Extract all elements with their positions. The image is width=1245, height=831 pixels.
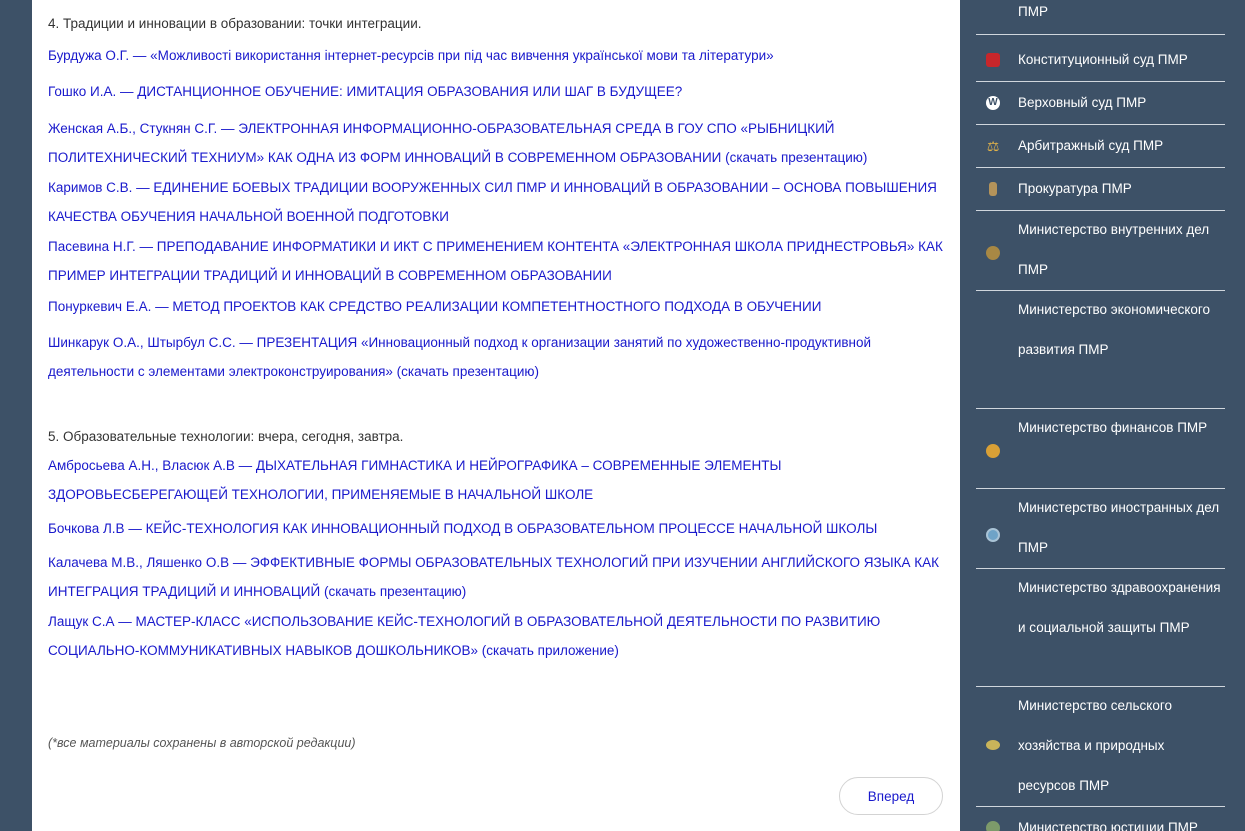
- sidebar-item-label: ПМР: [1018, 4, 1048, 19]
- article-link-karimov[interactable]: Каримов С.В. — ЕДИНЕНИЕ БОЕВЫХ ТРАДИЦИИ …: [48, 173, 953, 231]
- sidebar-item-economy-ministry[interactable]: Министерство экономического развития ПМР: [976, 290, 1225, 409]
- article-link-burduzha[interactable]: Бурдужа О.Г. — «Можливості використання …: [48, 41, 953, 70]
- section-4-heading: 4. Традиции и инновации в образовании: т…: [48, 16, 422, 31]
- section-5-heading: 5. Образовательные технологии: вчера, се…: [48, 429, 404, 444]
- article-link-ponurkevich[interactable]: Понуркевич Е.А. — МЕТОД ПРОЕКТОВ КАК СРЕ…: [48, 292, 953, 321]
- sidebar-item-label: Верховный суд ПМР: [1018, 95, 1147, 110]
- article-link-pasevina[interactable]: Пасевина Н.Г. — ПРЕПОДАВАНИЕ ИНФОРМАТИКИ…: [48, 232, 953, 290]
- sidebar-item-finance-ministry[interactable]: Министерство финансов ПМР: [976, 408, 1225, 489]
- sidebar-item-label: Министерство юстиции ПМР: [1018, 820, 1198, 831]
- materials-note: (*все материалы сохранены в авторской ре…: [48, 736, 356, 750]
- sidebar-item-label: Министерство сельского хозяйства и приро…: [1018, 698, 1172, 793]
- sidebar-item-arbitration-court[interactable]: ⚖ Арбитражный суд ПМР: [976, 124, 1225, 168]
- justice-ministry-emblem-icon: [986, 821, 1000, 831]
- prosecutor-emblem-icon: [989, 182, 997, 196]
- sidebar-item-label: Арбитражный суд ПМР: [1018, 138, 1164, 153]
- sidebar-item-label: Министерство здравоохранения и социально…: [1018, 580, 1221, 635]
- foreign-ministry-emblem-icon: [986, 528, 1000, 542]
- sidebar-item-label: Конституционный суд ПМР: [1018, 52, 1188, 67]
- sidebar-item-health-ministry[interactable]: Министерство здравоохранения и социально…: [976, 568, 1225, 687]
- finance-ministry-emblem-icon: [986, 444, 1000, 458]
- article-link-bochkova[interactable]: Бочкова Л.В — КЕЙС-ТЕХНОЛОГИЯ КАК ИННОВА…: [48, 514, 953, 543]
- sidebar-item-label: Министерство иностранных дел ПМР: [1018, 500, 1220, 555]
- scales-icon: ⚖: [986, 138, 1000, 154]
- sidebar-item-justice-ministry[interactable]: Министерство юстиции ПМР: [976, 806, 1225, 831]
- sidebar-item-supreme-court[interactable]: W Верховный суд ПМР: [976, 81, 1225, 125]
- agriculture-ministry-emblem-icon: [986, 740, 1000, 750]
- sidebar: ПМР Конституционный суд ПМР W Верховный …: [960, 0, 1245, 831]
- sidebar-item-prosecutor[interactable]: Прокуратура ПМР: [976, 167, 1225, 211]
- article-link-ambroseva[interactable]: Амбросьева А.Н., Власюк А.В — ДЫХАТЕЛЬНА…: [48, 451, 953, 509]
- constitutional-court-emblem-icon: [986, 53, 1000, 67]
- main-content: 4. Традиции и инновации в образовании: т…: [32, 0, 960, 831]
- article-link-kalacheva[interactable]: Калачева М.В., Ляшенко О.В — ЭФФЕКТИВНЫЕ…: [48, 548, 953, 606]
- sidebar-item-label: Министерство внутренних дел ПМР: [1018, 222, 1210, 277]
- sidebar-item-label: Прокуратура ПМР: [1018, 181, 1132, 196]
- next-button[interactable]: Вперед: [839, 777, 943, 815]
- sidebar-item-interior-ministry[interactable]: Министерство внутренних дел ПМР: [976, 210, 1225, 291]
- interior-ministry-emblem-icon: [986, 246, 1000, 260]
- sidebar-item-pmr[interactable]: ПМР: [976, 0, 1225, 35]
- sidebar-item-label: Министерство финансов ПМР: [1018, 420, 1208, 435]
- wordpress-icon: W: [986, 96, 1000, 110]
- sidebar-item-label: Министерство экономического развития ПМР: [1018, 302, 1211, 357]
- article-link-lashchuk[interactable]: Лащук С.А — МАСТЕР-КЛАСС «ИСПОЛЬЗОВАНИЕ …: [48, 607, 953, 665]
- article-link-goshko[interactable]: Гошко И.А. — ДИСТАНЦИОННОЕ ОБУЧЕНИЕ: ИМИ…: [48, 77, 953, 106]
- sidebar-item-foreign-ministry[interactable]: Министерство иностранных дел ПМР: [976, 488, 1225, 569]
- article-link-zhenskaya[interactable]: Женская А.Б., Стукнян С.Г. — ЭЛЕКТРОННАЯ…: [48, 114, 953, 172]
- sidebar-item-agriculture-ministry[interactable]: Министерство сельского хозяйства и приро…: [976, 686, 1225, 807]
- article-link-shinkaruk[interactable]: Шинкарук О.А., Штырбул С.С. — ПРЕЗЕНТАЦИ…: [48, 328, 953, 386]
- sidebar-item-constitutional-court[interactable]: Конституционный суд ПМР: [976, 38, 1225, 82]
